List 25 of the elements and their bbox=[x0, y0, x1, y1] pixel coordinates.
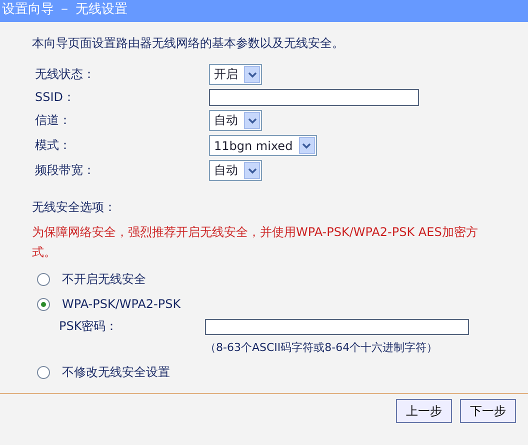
hint-text: （8-63个ASCII码字符或8-64个十六进制字符） bbox=[204, 340, 439, 355]
warning-text: 为保障网络安全，强烈推荐开启无线安全，并使用WPA-PSK/WPA2-PSK AES加密方式。 bbox=[32, 224, 479, 261]
dropdown[interactable]: 11bgn mixed bbox=[209, 135, 317, 156]
radio-button[interactable] bbox=[37, 298, 50, 310]
radio-label: 不开启无线安全 bbox=[62, 270, 146, 288]
dropdown[interactable]: 开启 bbox=[209, 64, 262, 85]
field-label: 信道： bbox=[34, 112, 72, 129]
radio-button[interactable] bbox=[37, 366, 50, 378]
field-label: 模式： bbox=[34, 137, 72, 154]
field-label: 频段带宽： bbox=[34, 162, 96, 179]
section-label: 无线安全选项： bbox=[32, 199, 117, 216]
radio-label: WPA-PSK/WPA2-PSK bbox=[62, 297, 181, 311]
window-title: 设置向导 － 无线设置 bbox=[0, 0, 528, 22]
radio-button[interactable] bbox=[37, 272, 50, 286]
input-field[interactable] bbox=[209, 89, 419, 106]
password-field[interactable] bbox=[205, 318, 469, 334]
step-button[interactable]: 上一步 bbox=[396, 399, 452, 423]
radio-label: 不修改无线安全设置 bbox=[62, 364, 170, 380]
field-label: 无线状态： bbox=[34, 66, 96, 83]
dropdown[interactable]: 自动 bbox=[209, 110, 262, 131]
intro-text: 本向导页面设置路由器无线网络的基本参数以及无线安全。 bbox=[32, 35, 345, 52]
field-label: PSK密码： bbox=[59, 318, 119, 335]
dropdown[interactable]: 自动 bbox=[209, 160, 262, 181]
field-label: SSID： bbox=[34, 89, 76, 106]
step-button[interactable]: 下一步 bbox=[460, 399, 516, 423]
